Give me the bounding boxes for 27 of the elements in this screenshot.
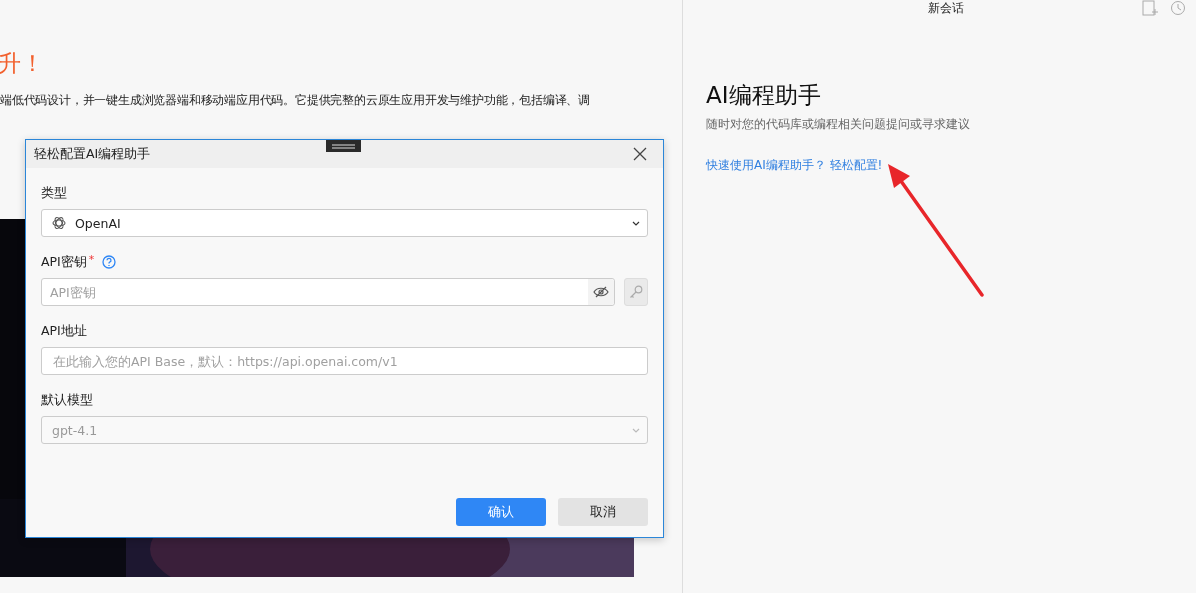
input-field[interactable]: 在此输入您的API Base，默认：https://api.openai.com/v1: [41, 347, 648, 375]
panel-title: 新会话: [928, 0, 964, 17]
chevron-down-icon: [632, 427, 640, 433]
logo-icon: [52, 216, 66, 230]
field-label: API地址: [41, 322, 87, 340]
setup-link[interactable]: 快速使用AI编程助手？ 轻松配置!: [706, 157, 883, 174]
help-icon: [102, 255, 117, 269]
close-icon: [633, 147, 647, 161]
field-label: 类型: [41, 184, 67, 202]
eye-slash-icon: [593, 286, 609, 298]
assistant-subtitle: 随时对您的代码库或编程相关问题提问或寻求建议: [706, 116, 971, 133]
intro-text: 端低代码设计，并一键生成浏览器端和移动端应用代码。它提供完整的云原生应用开发与维护功能，包括编译、调: [0, 92, 591, 109]
drag-handle-icon: [326, 140, 361, 152]
dialog-title: 轻松配置AI编程助手: [34, 145, 151, 163]
key-button[interactable]: [624, 278, 648, 306]
input-field[interactable]: API密钥: [41, 278, 615, 306]
field-label: API密钥: [41, 253, 87, 271]
history-icon: [1170, 0, 1186, 16]
new-note-icon: [1142, 0, 1158, 16]
chevron-down-icon: [632, 220, 640, 226]
key-icon: [629, 285, 643, 299]
select-field[interactable]: OpenAI: [41, 209, 648, 237]
required-mark: *: [88, 253, 95, 266]
cancel-button[interactable]: 取消: [558, 498, 648, 526]
assistant-heading: AI编程助手: [706, 81, 822, 110]
field-label: 默认模型: [41, 391, 93, 409]
confirm-button[interactable]: 确认: [456, 498, 546, 526]
